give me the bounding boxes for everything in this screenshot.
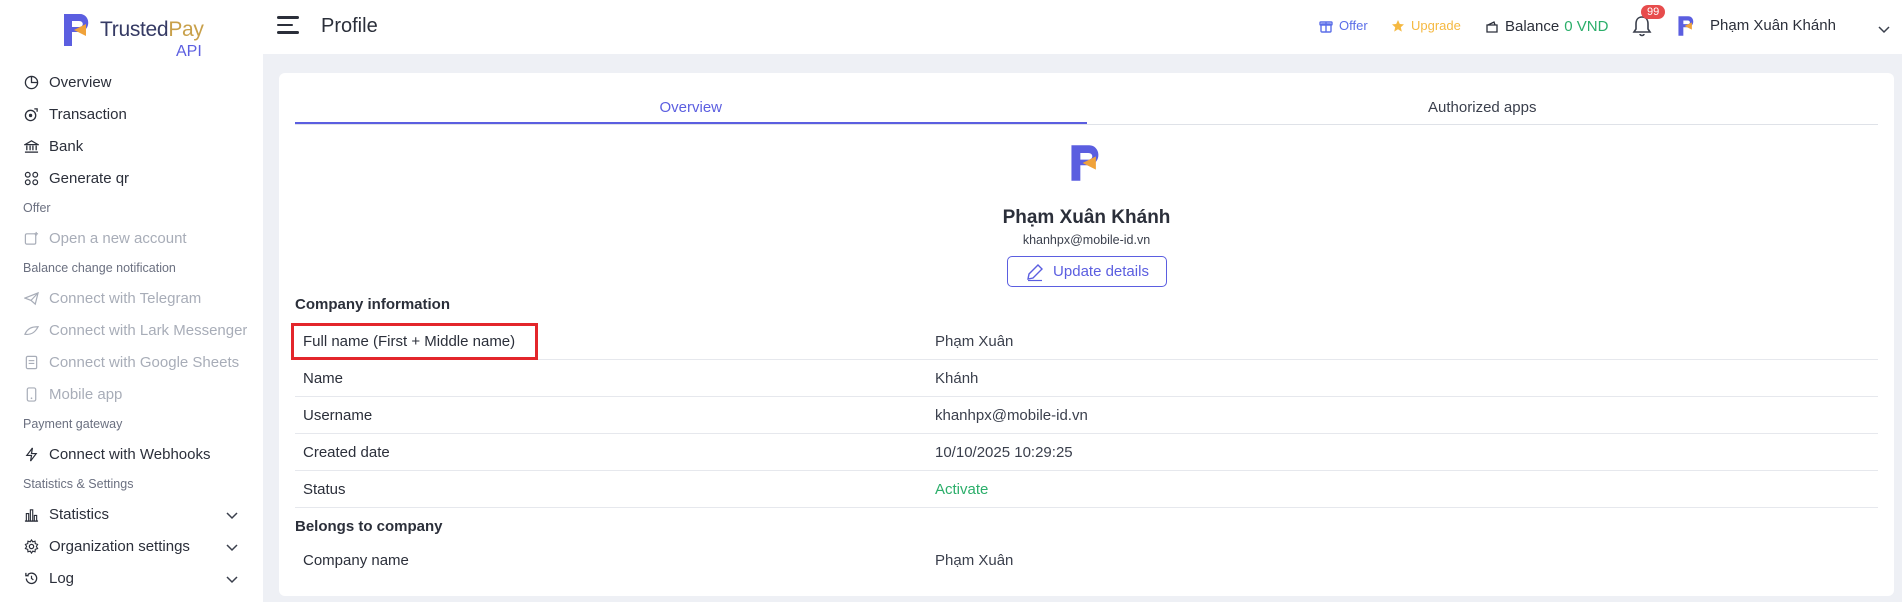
row-value: 10/10/2025 10:29:25 [935, 443, 1073, 461]
row-value: Khánh [935, 369, 979, 387]
tab-overview[interactable]: Overview [295, 95, 1087, 124]
sidebar-item-organization-settings[interactable]: Organization settings [0, 530, 263, 562]
sidebar-item-label: Statistics [49, 505, 110, 523]
offer-label: Offer [1339, 18, 1368, 33]
sidebar-item-label: Open a new account [49, 229, 187, 247]
sidebar-item-label: Connect with Lark Messenger [49, 321, 248, 339]
sidebar-item-connect-with-webhooks[interactable]: Connect with Webhooks [0, 438, 263, 470]
coin-transfer-icon [23, 106, 39, 122]
table-row: Status Activate [295, 471, 1878, 508]
sidebar-item-statistics[interactable]: Statistics [0, 498, 263, 530]
mobile-icon [23, 386, 39, 402]
notification-badge: 99 [1641, 5, 1666, 19]
sheets-icon [23, 354, 39, 370]
upgrade-label: Upgrade [1411, 18, 1461, 33]
sidebar-item-transaction[interactable]: Transaction [0, 98, 263, 130]
sidebar-item-label: Connect with Webhooks [49, 445, 211, 463]
telegram-icon [23, 290, 39, 306]
table-row: Username khanhpx@mobile-id.vn [295, 397, 1878, 434]
balance-display: Balance 0 VND [1485, 18, 1608, 35]
chevron-down-icon[interactable] [1878, 21, 1890, 39]
belongs-company-title: Belongs to company [295, 518, 443, 535]
sidebar-item-log[interactable]: Log [0, 562, 263, 594]
row-label: Status [303, 480, 346, 498]
offer-link[interactable]: Offer [1319, 18, 1368, 33]
table-row: Company name Phạm Xuân [295, 542, 1878, 579]
sidebar-item-label: Log [49, 569, 75, 587]
profile-name: Phạm Xuân Khánh [1002, 207, 1171, 228]
row-label: Username [303, 406, 373, 424]
table-row: Name Khánh [295, 360, 1878, 397]
pie-chart-icon [23, 74, 39, 90]
row-value: Phạm Xuân [935, 552, 1014, 569]
avatar[interactable] [1676, 15, 1698, 42]
sidebar-item-label: Organization settings [49, 537, 190, 555]
row-label: Name [303, 369, 344, 387]
user-name[interactable]: Phạm Xuân Khánh [1710, 17, 1836, 34]
row-label: Company name [303, 552, 409, 569]
belongs-company-table: Company name Phạm Xuân [295, 542, 1878, 579]
profile-tabs: Overview Authorized apps [295, 95, 1878, 125]
balance-value: 0 VND [1564, 18, 1609, 35]
logo-mark-icon [64, 14, 89, 46]
sidebar-item-generate-qr[interactable]: Generate qr [0, 162, 263, 194]
sidebar-section-label: Offer [23, 201, 51, 215]
bar-chart-icon [23, 506, 39, 522]
update-details-label: Update details [1053, 263, 1149, 280]
top-header: Profile Offer Upgrade Balance 0 VND 99 P… [263, 0, 1902, 54]
chevron-down-icon[interactable] [226, 507, 238, 524]
bank-icon [23, 138, 39, 154]
page-title: Profile [321, 15, 378, 37]
sidebar-item-open-a-new-account[interactable]: Open a new account [0, 222, 263, 254]
sidebar-item-label: Transaction [49, 105, 127, 123]
app-logo[interactable]: TrustedPay API [60, 12, 220, 60]
lark-icon [23, 322, 39, 338]
add-account-icon [23, 230, 39, 246]
sidebar-nav: Overview Transaction Bank Generate qr Offer O… [0, 66, 263, 594]
gift-icon [1319, 19, 1333, 33]
company-info-title: Company information [295, 296, 451, 313]
row-label: Created date [303, 443, 390, 461]
sidebar-item-overview[interactable]: Overview [0, 66, 263, 98]
sidebar: TrustedPay API Overview Transaction Bank Ge… [0, 0, 263, 602]
sidebar-item-connect-with-google-sheets[interactable]: Connect with Google Sheets [0, 346, 263, 378]
sidebar-item-label: Connect with Telegram [49, 289, 202, 307]
sidebar-section-label: Statistics & Settings [23, 477, 134, 491]
pencil-icon [1025, 262, 1045, 282]
highlight-box [291, 323, 538, 360]
sidebar-item-label: Generate qr [49, 169, 130, 187]
row-value: Phạm Xuân [935, 332, 1014, 350]
upgrade-link[interactable]: Upgrade [1391, 18, 1461, 33]
wallet-icon [1485, 20, 1499, 34]
sidebar-section-label: Balance change notification [23, 261, 176, 275]
tab-authorized-apps[interactable]: Authorized apps [1087, 95, 1879, 124]
chevron-down-icon[interactable] [226, 539, 238, 556]
qr-icon [23, 170, 39, 186]
sidebar-item-bank[interactable]: Bank [0, 130, 263, 162]
sidebar-item-connect-with-lark-messenger[interactable]: Connect with Lark Messenger [0, 314, 263, 346]
profile-email: khanhpx@mobile-id.vn [1022, 233, 1151, 247]
sidebar-item-mobile-app[interactable]: Mobile app [0, 378, 263, 410]
history-icon [23, 570, 39, 586]
sidebar-item-label: Mobile app [49, 385, 123, 403]
logo-subtitle: API [176, 43, 202, 60]
lightning-icon [23, 446, 39, 462]
gear-icon [23, 538, 39, 554]
menu-toggle-icon[interactable] [277, 16, 301, 36]
profile-avatar [1067, 143, 1107, 188]
sidebar-item-label: Overview [49, 73, 112, 91]
sidebar-item-label: Bank [49, 137, 84, 155]
sidebar-item-label: Connect with Google Sheets [49, 353, 240, 371]
status-value: Activate [935, 480, 989, 498]
sidebar-section-label: Payment gateway [23, 417, 123, 431]
balance-label: Balance [1505, 18, 1560, 35]
sidebar-item-connect-with-telegram[interactable]: Connect with Telegram [0, 282, 263, 314]
logo-text: TrustedPay [100, 18, 204, 41]
update-details-button[interactable]: Update details [1007, 256, 1167, 287]
table-row: Created date 10/10/2025 10:29:25 [295, 434, 1878, 471]
star-icon [1391, 19, 1405, 33]
row-value: khanhpx@mobile-id.vn [935, 406, 1088, 424]
chevron-down-icon[interactable] [226, 571, 238, 588]
